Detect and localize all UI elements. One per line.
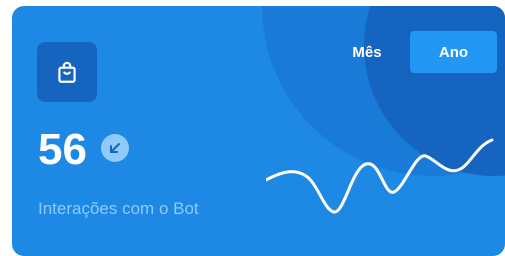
sparkline xyxy=(266,138,494,214)
stat-label: Interações com o Bot xyxy=(38,199,199,218)
month-toggle-button[interactable]: Mês xyxy=(342,33,392,71)
arrow-down-left-icon xyxy=(101,134,129,162)
stat-card: Mês Ano 56 Interações com o Bot xyxy=(12,6,505,256)
stat-value: 56 xyxy=(38,125,87,174)
shopping-bag-icon xyxy=(37,42,97,102)
year-toggle-button[interactable]: Ano xyxy=(410,31,497,73)
